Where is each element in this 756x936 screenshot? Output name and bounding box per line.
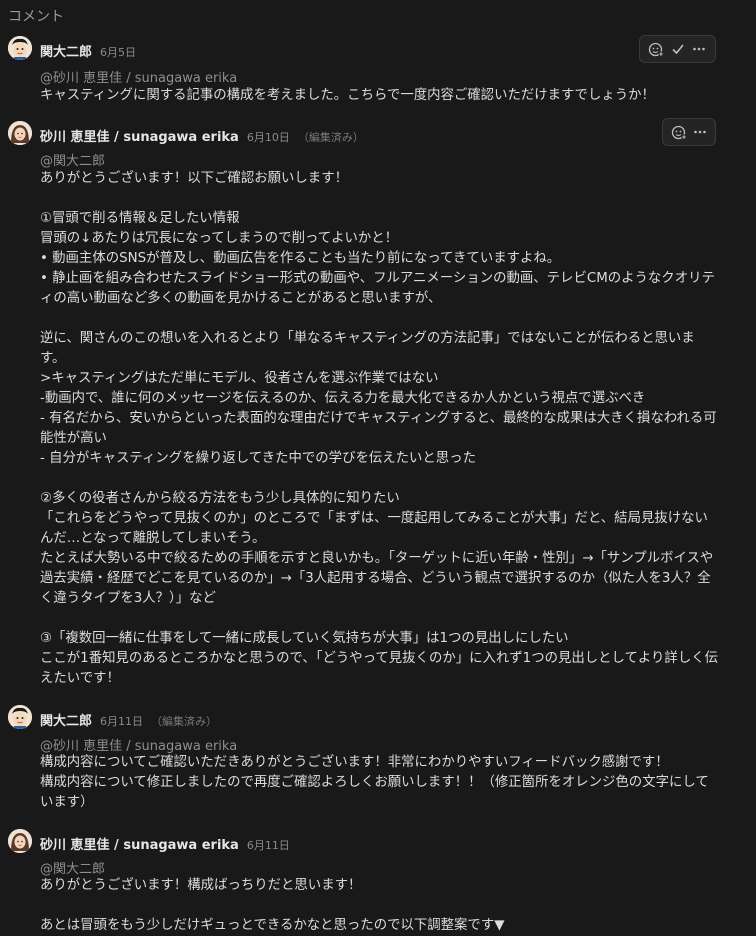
avatar-seki-image: [8, 36, 32, 60]
comment-body: 構成内容についてご確認いただきありがとうございます！非常にわかりやすいフィードバ…: [40, 755, 709, 810]
comment-date[interactable]: 6月5日: [100, 46, 136, 59]
edited-label: （編集済み）: [151, 715, 218, 728]
author-name[interactable]: 関大二郎: [40, 714, 92, 729]
avatar-sunagawa-image: [8, 829, 32, 853]
comment-body: ありがとうございます！以下ご確認お願いします！ ①冒頭で削る情報＆足したい情報 …: [40, 171, 718, 686]
add-reaction-icon[interactable]: [648, 39, 664, 59]
comments-section-title: コメント: [8, 9, 64, 25]
author-name[interactable]: 関大二郎: [40, 45, 92, 60]
comment-date[interactable]: 6月11日: [100, 715, 143, 728]
avatar-seki[interactable]: [8, 36, 32, 60]
comment-author[interactable]: 砂川 恵里佳 / sunagawa erika 6月10日 （編集済み）: [40, 126, 364, 145]
comment-actions-toolbar: [639, 35, 716, 63]
comment-mention[interactable]: @砂川 恵里佳 / sunagawa erika: [40, 735, 237, 754]
avatar-seki-image: [8, 705, 32, 729]
comment-author[interactable]: 関大二郎 6月5日: [40, 41, 136, 60]
author-name[interactable]: 砂川 恵里佳 / sunagawa erika: [40, 838, 239, 853]
avatar-sunagawa[interactable]: [8, 121, 32, 145]
avatar-sunagawa-image: [8, 121, 32, 145]
comment-mention[interactable]: @関大二郎: [40, 858, 105, 877]
author-name[interactable]: 砂川 恵里佳 / sunagawa erika: [40, 130, 239, 145]
comment-mention[interactable]: @砂川 恵里佳 / sunagawa erika: [40, 67, 237, 86]
comment-actions-toolbar: [662, 118, 716, 146]
more-horizontal-icon[interactable]: [693, 122, 707, 142]
add-reaction-icon[interactable]: [671, 122, 687, 142]
avatar-sunagawa[interactable]: [8, 829, 32, 853]
edited-label: （編集済み）: [297, 131, 364, 144]
comment-date[interactable]: 6月11日: [247, 839, 290, 852]
comment-body: ありがとうございます！構成ばっちりだと思います！ あとは冒頭をもう少しだけギュっ…: [40, 878, 505, 933]
more-horizontal-icon[interactable]: [692, 39, 708, 59]
avatar-seki[interactable]: [8, 705, 32, 729]
checkmark-icon[interactable]: [670, 39, 686, 59]
comment-date[interactable]: 6月10日: [247, 131, 290, 144]
comment-author[interactable]: 関大二郎 6月11日 （編集済み）: [40, 710, 217, 729]
comment-body: キャスティングに関する記事の構成を考えました。こちらで一度内容ご確認いただけます…: [40, 88, 655, 103]
comment-mention[interactable]: @関大二郎: [40, 150, 105, 169]
comment-author[interactable]: 砂川 恵里佳 / sunagawa erika 6月11日: [40, 834, 290, 853]
